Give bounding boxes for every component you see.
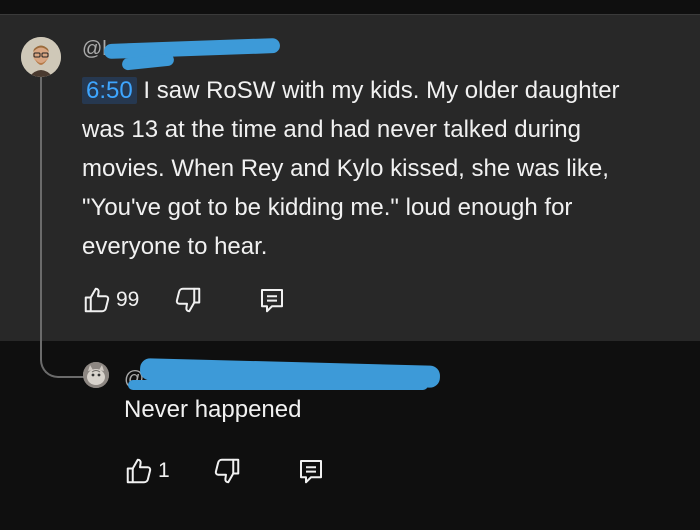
reply-button[interactable] xyxy=(257,285,287,315)
dislike-button[interactable] xyxy=(173,285,203,315)
timestamp-link[interactable]: 6:50 xyxy=(82,77,137,104)
reply-icon xyxy=(257,285,287,315)
thumbs-up-icon xyxy=(82,285,112,315)
reply-icon xyxy=(296,456,326,486)
like-button[interactable]: 99 xyxy=(82,285,139,315)
thumbs-up-icon xyxy=(124,456,154,486)
reply-actions: 1 xyxy=(124,456,326,486)
avatar[interactable] xyxy=(83,362,109,388)
like-count: 1 xyxy=(158,459,170,482)
comment-actions: 99 xyxy=(82,285,287,315)
thumbs-down-icon xyxy=(212,456,242,486)
like-count: 99 xyxy=(116,288,140,311)
comment-author-handle[interactable]: @l xyxy=(82,38,107,61)
redaction-mark xyxy=(128,380,428,390)
top-divider xyxy=(0,0,700,15)
dislike-button[interactable] xyxy=(212,456,242,486)
reply-button[interactable] xyxy=(296,456,326,486)
like-button[interactable]: 1 xyxy=(124,456,170,486)
thumbs-down-icon xyxy=(173,285,203,315)
comment-body: 6:50 I saw RoSW with my kids. My older d… xyxy=(82,71,662,266)
thread-connector-line xyxy=(40,76,86,378)
avatar[interactable] xyxy=(21,37,61,77)
comment-text: I saw RoSW with my kids. My older daught… xyxy=(82,77,620,260)
reply-body: Never happened xyxy=(124,396,302,423)
